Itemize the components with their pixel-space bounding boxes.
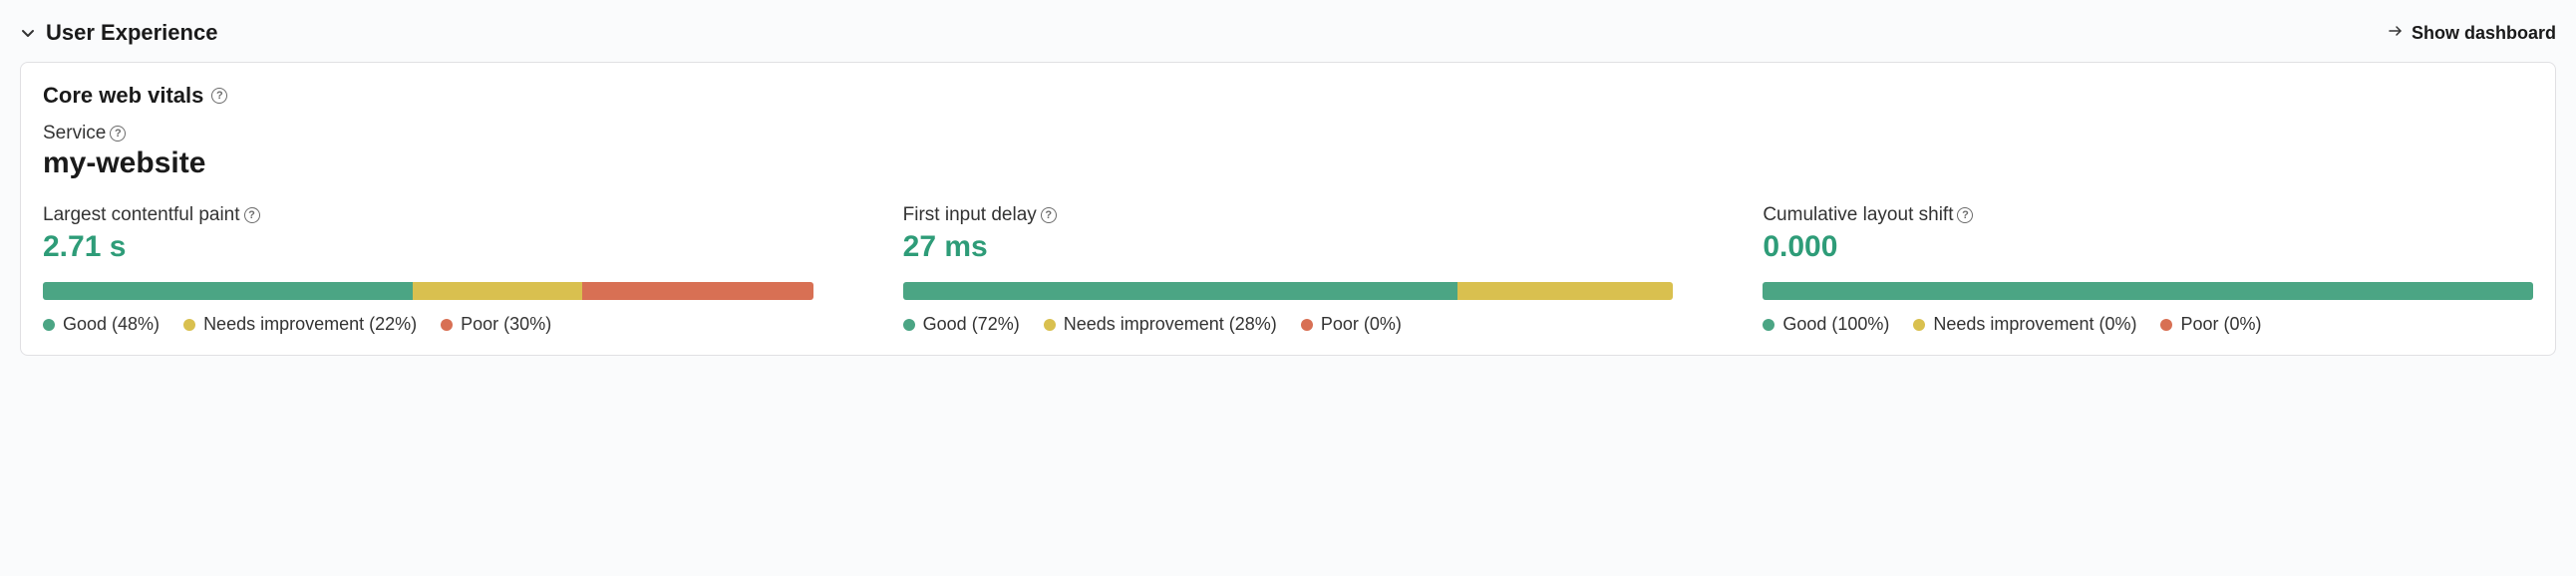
legend-item-needs: Needs improvement (28%) xyxy=(1044,314,1277,335)
legend-item-poor: Poor (0%) xyxy=(1301,314,1402,335)
legend-item-poor: Poor (0%) xyxy=(2160,314,2261,335)
service-name: my-website xyxy=(43,146,2533,180)
metric-lcp: Largest contentful paint ? 2.71 s Good (… xyxy=(43,204,813,335)
card-title-row: Core web vitals ? xyxy=(43,83,2533,109)
legend-label: Needs improvement (0%) xyxy=(1933,314,2136,335)
core-web-vitals-card: Core web vitals ? Service ? my-website L… xyxy=(20,62,2556,356)
legend-label: Good (100%) xyxy=(1782,314,1889,335)
legend-label: Needs improvement (22%) xyxy=(203,314,417,335)
arrow-right-icon xyxy=(2388,23,2404,44)
dot-icon xyxy=(1913,319,1925,331)
help-icon[interactable]: ? xyxy=(211,88,227,104)
section-header-left[interactable]: User Experience xyxy=(20,20,217,46)
metric-label-row: Largest contentful paint ? xyxy=(43,204,813,226)
legend-item-good: Good (48%) xyxy=(43,314,160,335)
distribution-bar xyxy=(1763,282,2533,300)
help-icon[interactable]: ? xyxy=(1957,207,1973,223)
dot-icon xyxy=(903,319,915,331)
metric-value: 0.000 xyxy=(1763,230,2533,264)
help-icon[interactable]: ? xyxy=(110,126,126,142)
show-dashboard-link[interactable]: Show dashboard xyxy=(2388,23,2556,44)
metric-label-row: Cumulative layout shift ? xyxy=(1763,204,2533,226)
dot-icon xyxy=(43,319,55,331)
legend-label: Needs improvement (28%) xyxy=(1064,314,1277,335)
dot-icon xyxy=(1301,319,1313,331)
dot-icon xyxy=(1044,319,1056,331)
legend: Good (72%) Needs improvement (28%) Poor … xyxy=(903,314,1674,335)
legend: Good (100%) Needs improvement (0%) Poor … xyxy=(1763,314,2533,335)
help-icon[interactable]: ? xyxy=(244,207,260,223)
legend-label: Good (48%) xyxy=(63,314,160,335)
legend-label: Poor (0%) xyxy=(2180,314,2261,335)
chevron-down-icon xyxy=(20,25,36,41)
show-dashboard-label: Show dashboard xyxy=(2412,23,2556,44)
segment-good xyxy=(1763,282,2533,300)
legend-label: Good (72%) xyxy=(923,314,1020,335)
section-header: User Experience Show dashboard xyxy=(20,20,2556,46)
segment-poor xyxy=(582,282,813,300)
segment-good xyxy=(903,282,1457,300)
dot-icon xyxy=(183,319,195,331)
metric-label: Largest contentful paint xyxy=(43,204,240,226)
segment-needs-improvement xyxy=(413,282,582,300)
distribution-bar xyxy=(903,282,1674,300)
metric-label: Cumulative layout shift xyxy=(1763,204,1953,226)
metric-fid: First input delay ? 27 ms Good (72%) Nee… xyxy=(903,204,1674,335)
metrics-row: Largest contentful paint ? 2.71 s Good (… xyxy=(43,204,2533,335)
legend-item-poor: Poor (30%) xyxy=(441,314,551,335)
service-label: Service xyxy=(43,123,106,144)
legend-item-needs: Needs improvement (0%) xyxy=(1913,314,2136,335)
legend: Good (48%) Needs improvement (22%) Poor … xyxy=(43,314,813,335)
distribution-bar xyxy=(43,282,813,300)
section-title: User Experience xyxy=(46,20,217,46)
metric-label-row: First input delay ? xyxy=(903,204,1674,226)
service-label-row: Service ? xyxy=(43,123,2533,144)
dot-icon xyxy=(441,319,453,331)
dot-icon xyxy=(2160,319,2172,331)
metric-cls: Cumulative layout shift ? 0.000 Good (10… xyxy=(1763,204,2533,335)
card-title: Core web vitals xyxy=(43,83,203,109)
legend-label: Poor (0%) xyxy=(1321,314,1402,335)
metric-value: 2.71 s xyxy=(43,230,813,264)
legend-label: Poor (30%) xyxy=(461,314,551,335)
legend-item-good: Good (72%) xyxy=(903,314,1020,335)
dot-icon xyxy=(1763,319,1774,331)
segment-good xyxy=(43,282,413,300)
help-icon[interactable]: ? xyxy=(1041,207,1057,223)
legend-item-needs: Needs improvement (22%) xyxy=(183,314,417,335)
metric-value: 27 ms xyxy=(903,230,1674,264)
legend-item-good: Good (100%) xyxy=(1763,314,1889,335)
metric-label: First input delay xyxy=(903,204,1037,226)
segment-needs-improvement xyxy=(1457,282,1673,300)
